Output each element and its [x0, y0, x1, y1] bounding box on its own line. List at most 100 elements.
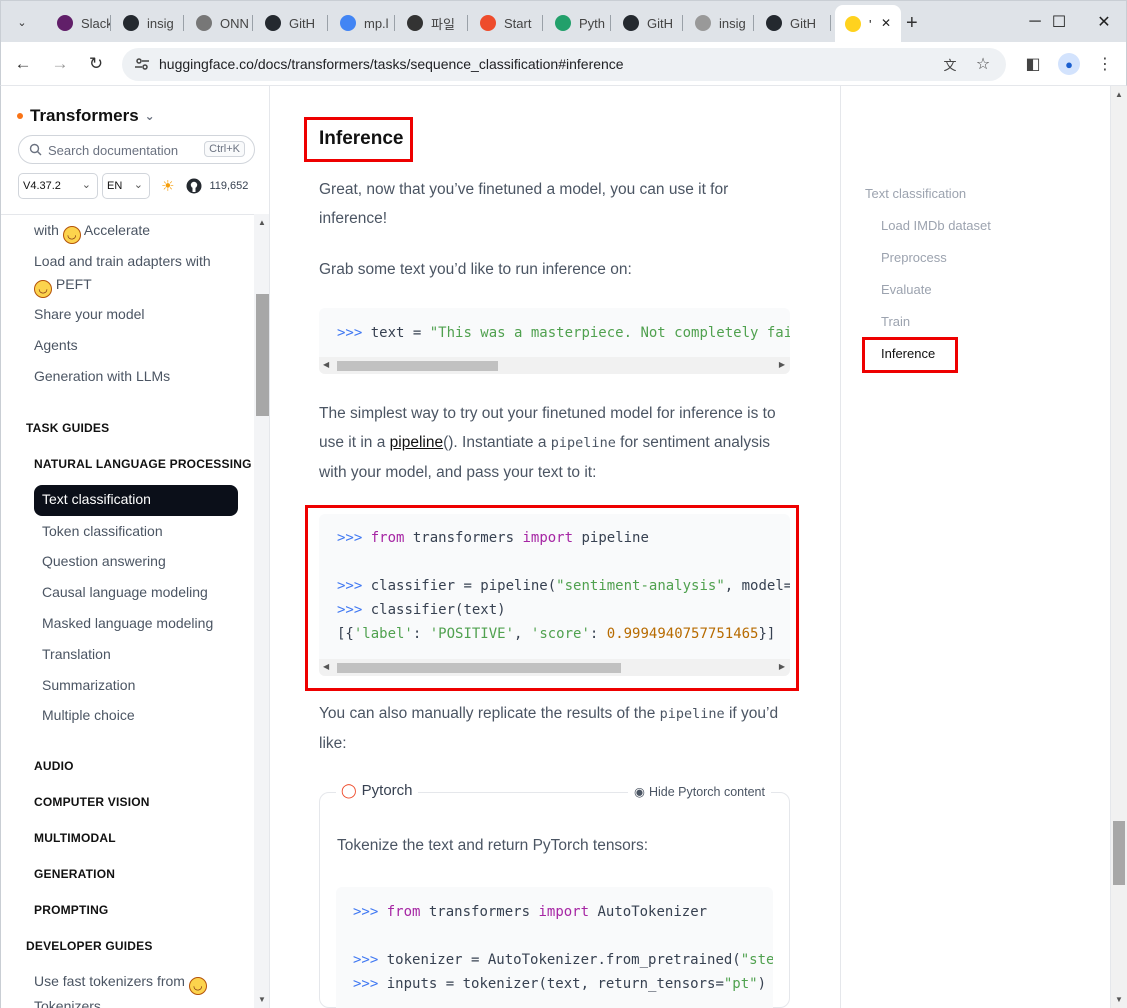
section-developer-guides[interactable]: DEVELOPER GUIDES — [26, 939, 153, 953]
toc-item-preprocess[interactable]: Preprocess — [881, 250, 947, 265]
scroll-left-icon[interactable]: ◀ — [323, 360, 329, 369]
browser-tab[interactable]: GitH — [758, 7, 831, 39]
browser-tab[interactable]: Slack — [49, 7, 111, 39]
search-shortcut: Ctrl+K — [204, 141, 245, 157]
sidebar-item-generation-llms[interactable]: Generation with LLMs — [34, 365, 170, 388]
sidebar-links: ☀ 119,652 — [161, 177, 248, 195]
brand[interactable]: Transformers ⌄ — [17, 106, 155, 126]
browser-tab[interactable]: Pyth — [547, 7, 611, 39]
language-value: EN — [107, 180, 123, 192]
pipeline-link[interactable]: pipeline — [390, 434, 443, 451]
sidebar-item-label: Accelerate — [83, 222, 151, 238]
sidebar-item-agents[interactable]: Agents — [34, 334, 78, 357]
tab-separator — [394, 15, 395, 31]
subsection-nlp[interactable]: NATURAL LANGUAGE PROCESSING — [34, 457, 252, 471]
browser-menu-icon[interactable]: ⋮ — [1093, 52, 1117, 76]
page-scroll-thumb[interactable] — [1113, 821, 1125, 885]
toc-item-text-classification[interactable]: Text classification — [865, 186, 966, 201]
code-line: >>> text = "This was a masterpiece. Not … — [337, 325, 790, 341]
browser-tab[interactable]: ONN — [188, 7, 253, 39]
tab-separator — [682, 15, 683, 31]
bookmark-star-icon[interactable]: ☆ — [971, 52, 995, 76]
sidebar-item-causal-lm[interactable]: Causal language modeling — [42, 584, 208, 600]
profile-avatar[interactable]: ● — [1057, 52, 1081, 76]
code-text: transformers — [420, 904, 539, 920]
browser-tab[interactable]: GitH — [615, 7, 683, 39]
hide-pytorch-button[interactable]: ◉ Hide Pytorch content — [628, 784, 771, 799]
subsection-generation[interactable]: GENERATION — [34, 867, 115, 881]
tab-separator — [830, 15, 831, 31]
address-bar[interactable]: huggingface.co/docs/transformers/tasks/s… — [122, 48, 1006, 81]
maximize-button[interactable]: ☐ — [1036, 1, 1082, 43]
sidebar-item-label: with — [34, 222, 59, 238]
forward-button[interactable]: → — [46, 50, 74, 78]
url-text[interactable]: huggingface.co/docs/transformers/tasks/s… — [159, 56, 624, 72]
close-tab-icon[interactable]: ✕ — [881, 16, 891, 30]
sun-icon[interactable]: ☀ — [161, 177, 174, 195]
scroll-thumb[interactable] — [337, 361, 498, 371]
main-content: Inference Great, now that you’ve finetun… — [271, 86, 839, 1008]
site-info-icon[interactable] — [134, 56, 150, 72]
scroll-right-icon[interactable]: ▶ — [779, 360, 785, 369]
subsection-audio[interactable]: AUDIO — [34, 759, 74, 773]
tab-label: GitH — [790, 15, 816, 31]
sidebar-item-peft[interactable]: Load and train adapters with ◡ PEFT — [34, 250, 234, 298]
sidebar-scroll-thumb[interactable] — [256, 294, 269, 416]
sidebar-item-text-classification[interactable]: Text classification — [34, 485, 238, 516]
tab-label: GitH — [647, 15, 673, 31]
back-button[interactable]: ← — [9, 50, 37, 78]
chevron-down-icon: ⌄ — [133, 179, 143, 191]
toc-item-evaluate[interactable]: Evaluate — [881, 282, 932, 297]
sidebar-item-masked-lm[interactable]: Masked language modeling — [42, 615, 213, 631]
horizontal-scrollbar[interactable]: ◀ ▶ — [319, 357, 790, 374]
subsection-computer-vision[interactable]: COMPUTER VISION — [34, 795, 150, 809]
github-icon — [123, 15, 139, 31]
subsection-prompting[interactable]: PROMPTING — [34, 903, 108, 917]
subsection-multimodal[interactable]: MULTIMODAL — [34, 831, 116, 845]
version-select[interactable]: V4.37.2 ⌄ — [18, 173, 98, 199]
browser-tab[interactable]: GitH — [257, 7, 328, 39]
toc-item-load-imdb[interactable]: Load IMDb dataset — [881, 218, 991, 233]
tab-search-button[interactable]: ⌄ — [9, 9, 35, 35]
translate-icon[interactable]: 文 — [938, 52, 962, 76]
sidebar-item-share-model[interactable]: Share your model — [34, 303, 145, 326]
sidebar-item-token-classification[interactable]: Token classification — [42, 523, 163, 539]
browser-tab[interactable]: ' ✕ — [835, 5, 901, 43]
new-tab-button[interactable]: + — [906, 7, 936, 39]
page-scrollbar[interactable]: ▲ ▼ — [1110, 86, 1127, 1008]
github-stars[interactable]: 119,652 — [209, 180, 248, 192]
tab-separator — [467, 15, 468, 31]
browser-tab[interactable]: Start — [472, 7, 543, 39]
toc-item-train[interactable]: Train — [881, 314, 910, 329]
sidebar-item-accelerate[interactable]: with ◡ Accelerate — [34, 219, 150, 244]
browser-tab[interactable]: mp.l — [332, 7, 395, 39]
search-documentation-input[interactable]: Search documentation Ctrl+K — [18, 135, 255, 164]
code-string: "ste — [740, 952, 773, 968]
brand-dot — [17, 113, 23, 119]
side-panel-icon[interactable]: ◧ — [1021, 52, 1045, 76]
code-text: inputs = tokenizer(text, return_tensors= — [378, 976, 724, 992]
sidebar-item-summarization[interactable]: Summarization — [42, 677, 135, 693]
language-select[interactable]: EN ⌄ — [102, 173, 150, 199]
section-task-guides[interactable]: TASK GUIDES — [26, 421, 109, 435]
scroll-up-icon[interactable]: ▲ — [1115, 90, 1123, 99]
browser-tab[interactable]: insig — [687, 7, 754, 39]
browser-tab[interactable]: 파일 — [399, 7, 468, 39]
code-string: "pt" — [723, 976, 758, 992]
sidebar-item-question-answering[interactable]: Question answering — [42, 553, 166, 569]
browser-tab[interactable]: insig — [115, 7, 184, 39]
close-window-button[interactable]: ✕ — [1081, 1, 1127, 43]
sidebar-item-multiple-choice[interactable]: Multiple choice — [42, 707, 135, 723]
framework-name: Pytorch — [361, 782, 413, 799]
scroll-up-icon[interactable]: ▲ — [258, 218, 266, 227]
sidebar-scrollbar[interactable]: ▲ ▼ — [254, 214, 269, 1008]
sidebar-item-fast-tokenizers[interactable]: Use fast tokenizers from ◡ Tokenizers — [34, 970, 234, 1008]
scroll-down-icon[interactable]: ▼ — [258, 995, 266, 1004]
sidebar-item-translation[interactable]: Translation — [42, 646, 111, 662]
arrow-left-icon: ← — [14, 54, 32, 73]
scroll-down-icon[interactable]: ▼ — [1115, 995, 1123, 1004]
tab-separator — [327, 15, 328, 31]
github-icon[interactable] — [186, 178, 202, 194]
code-text: text = — [362, 325, 430, 341]
reload-button[interactable]: ↻ — [82, 50, 110, 78]
